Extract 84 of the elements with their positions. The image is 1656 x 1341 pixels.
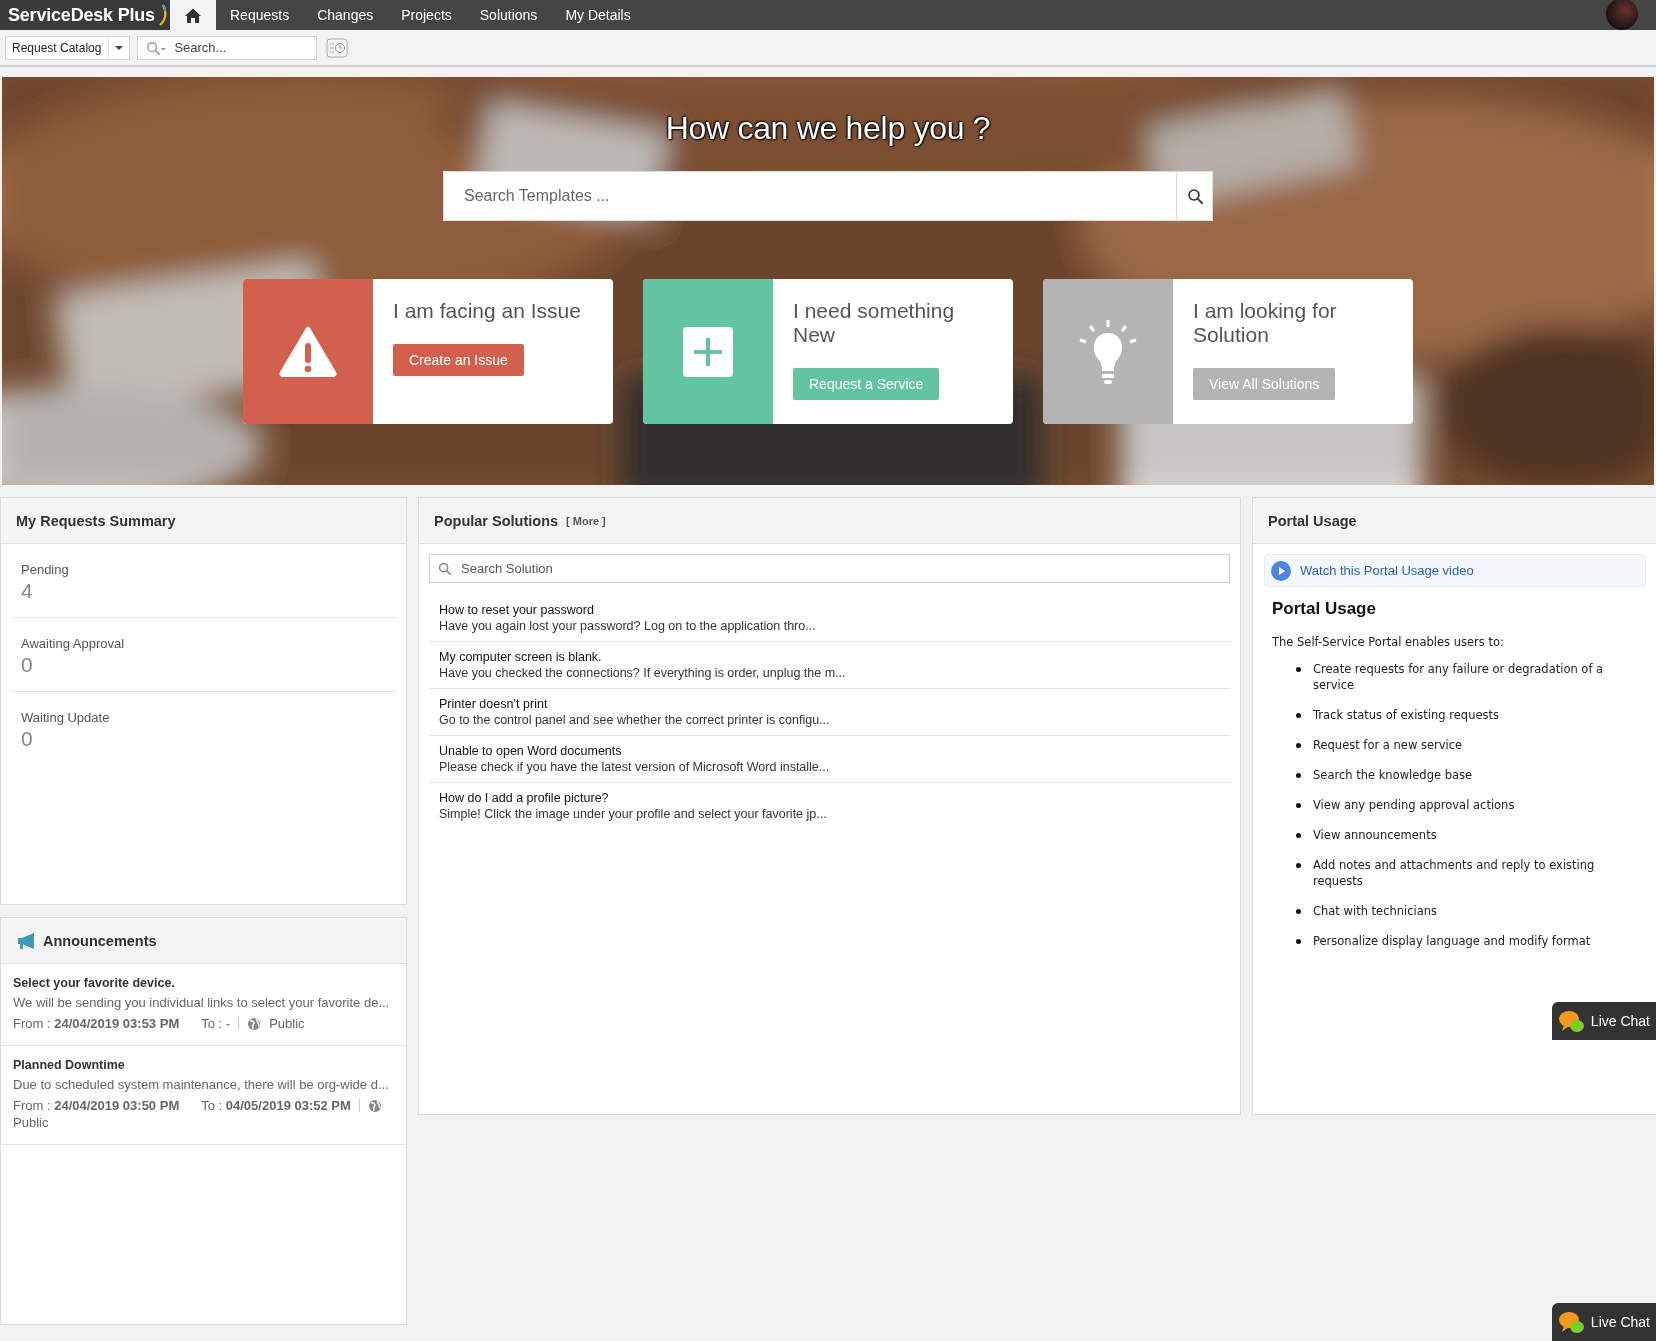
solution-summary: Have you again lost your password? Log on to the application thro... — [439, 619, 817, 633]
chat-bubbles-icon — [1557, 1310, 1585, 1334]
play-icon — [1271, 560, 1291, 581]
solution-title[interactable]: Unable to open Word documents — [439, 744, 1220, 758]
hero-title: How can we help you ? — [665, 110, 991, 147]
catalog-dropdown[interactable]: Request Catalog — [5, 35, 131, 60]
card-action-button[interactable]: Create an Issue — [393, 344, 524, 376]
card-title: I am looking for Solution — [1193, 299, 1338, 347]
nav-tab[interactable]: Solutions — [465, 0, 552, 30]
bullet-icon — [1296, 713, 1301, 718]
bullet-text: View announcements — [1313, 827, 1437, 843]
nav-tab[interactable]: Requests — [216, 0, 304, 30]
bullet-icon — [1296, 743, 1301, 748]
solution-title[interactable]: Printer doesn’t print — [439, 697, 1220, 711]
globe-icon — [367, 1098, 382, 1113]
bullet-text: Search the knowledge base — [1313, 767, 1473, 783]
bullet-text: Request for a new service — [1313, 737, 1463, 753]
stat-count[interactable]: 0 — [21, 653, 33, 677]
stat-count[interactable]: 0 — [21, 727, 33, 751]
announcement-text: We will be sending you individual links to select your favorite de... — [13, 995, 391, 1010]
bullet-icon — [1296, 667, 1301, 672]
from-date: From : 24/04/2019 03:50 PM — [13, 1098, 180, 1113]
bullet-icon — [1296, 863, 1301, 868]
stat-label: Pending — [21, 562, 69, 577]
bullet-icon — [1296, 939, 1301, 944]
stat-label: Awaiting Approval — [21, 636, 125, 651]
nav-tab[interactable]: My Details — [551, 0, 645, 30]
card-title: I am facing an Issue — [393, 299, 581, 323]
bullet-text: Chat with technicians — [1313, 903, 1438, 919]
card-title: I need something New — [793, 299, 956, 347]
solution-title[interactable]: My computer screen is blank. — [439, 650, 1220, 664]
video-link[interactable]: Watch this Portal Usage video — [1300, 563, 1474, 578]
solution-search-box[interactable]: Search Solution — [429, 554, 1230, 583]
bullet-text: View any pending approval actions — [1313, 797, 1515, 813]
globe-icon — [247, 1016, 262, 1031]
solution-title[interactable]: How to reset your password — [439, 603, 1220, 617]
visibility-label: Public — [13, 1115, 49, 1130]
bullet-text: Personalize display language and modify format — [1313, 933, 1591, 949]
search-input[interactable]: Search... — [172, 39, 317, 56]
more-link[interactable]: [ More ] — [566, 514, 606, 527]
search-icon — [146, 39, 167, 56]
home-tab[interactable] — [170, 0, 216, 30]
panel-title: Portal Usage — [1268, 512, 1357, 529]
panel-title: My Requests Summary — [16, 512, 176, 529]
solution-summary: Please check if you have the latest version of Microsoft Word installe... — [439, 760, 831, 774]
section-heading: Portal Usage — [1272, 599, 1377, 619]
announcement-text: Due to scheduled system maintenance, there will be org-wide d... — [13, 1077, 390, 1092]
bullet-icon — [1296, 833, 1301, 838]
logo-text: ServiceDesk Plus — [8, 4, 155, 26]
solution-title[interactable]: How do I add a profile picture? — [439, 791, 1220, 805]
from-date: From : 24/04/2019 03:53 PM — [13, 1016, 180, 1031]
announcement-title[interactable]: Select your favorite device. — [13, 976, 394, 990]
megaphone-icon — [16, 931, 35, 950]
stat-label: Waiting Update — [21, 710, 110, 725]
stat-count[interactable]: 4 — [21, 579, 33, 603]
bullet-text: Track status of existing requests — [1313, 707, 1499, 723]
lightbulb-icon — [1078, 318, 1138, 385]
home-icon — [184, 6, 202, 24]
nav-tab[interactable]: Changes — [303, 0, 388, 30]
bullet-text: Create requests for any failure or degradation of a service — [1313, 661, 1605, 693]
panel-title: Announcements — [43, 932, 157, 949]
panel-title: Popular Solutions — [434, 512, 559, 529]
nav-tab[interactable]: Projects — [387, 0, 466, 30]
to-date: To : 04/05/2019 03:52 PM — [201, 1098, 351, 1113]
solution-search-input[interactable]: Search Solution — [459, 560, 1229, 577]
search-box[interactable]: Search... — [137, 35, 318, 60]
search-icon — [1186, 188, 1203, 204]
solution-summary: Simple! Click the image under your profile and select your favorite jp... — [439, 807, 828, 821]
solution-summary: Go to the control panel and see whether the correct printer is configu... — [439, 713, 831, 727]
bullet-icon — [1296, 773, 1301, 778]
bullet-text: Add notes and attachments and reply to existing requests — [1313, 857, 1596, 889]
chat-bubbles-icon — [1557, 1009, 1585, 1033]
bullet-icon — [1296, 909, 1301, 914]
solution-summary: Have you checked the connections? If everything is order, unplug the m... — [439, 666, 847, 680]
plus-icon — [683, 326, 733, 377]
announcement-title[interactable]: Planned Downtime — [13, 1058, 394, 1072]
live-chat-button[interactable]: Live Chat — [1551, 1303, 1656, 1341]
bullet-icon — [1296, 803, 1301, 808]
visibility-label: Public — [269, 1016, 305, 1031]
live-chat-button[interactable]: Live Chat — [1551, 1002, 1656, 1040]
intro-text: The Self-Service Portal enables users to: — [1272, 635, 1505, 649]
to-date: To : - — [201, 1016, 231, 1031]
caret-icon — [115, 45, 124, 50]
search-icon — [438, 562, 451, 575]
